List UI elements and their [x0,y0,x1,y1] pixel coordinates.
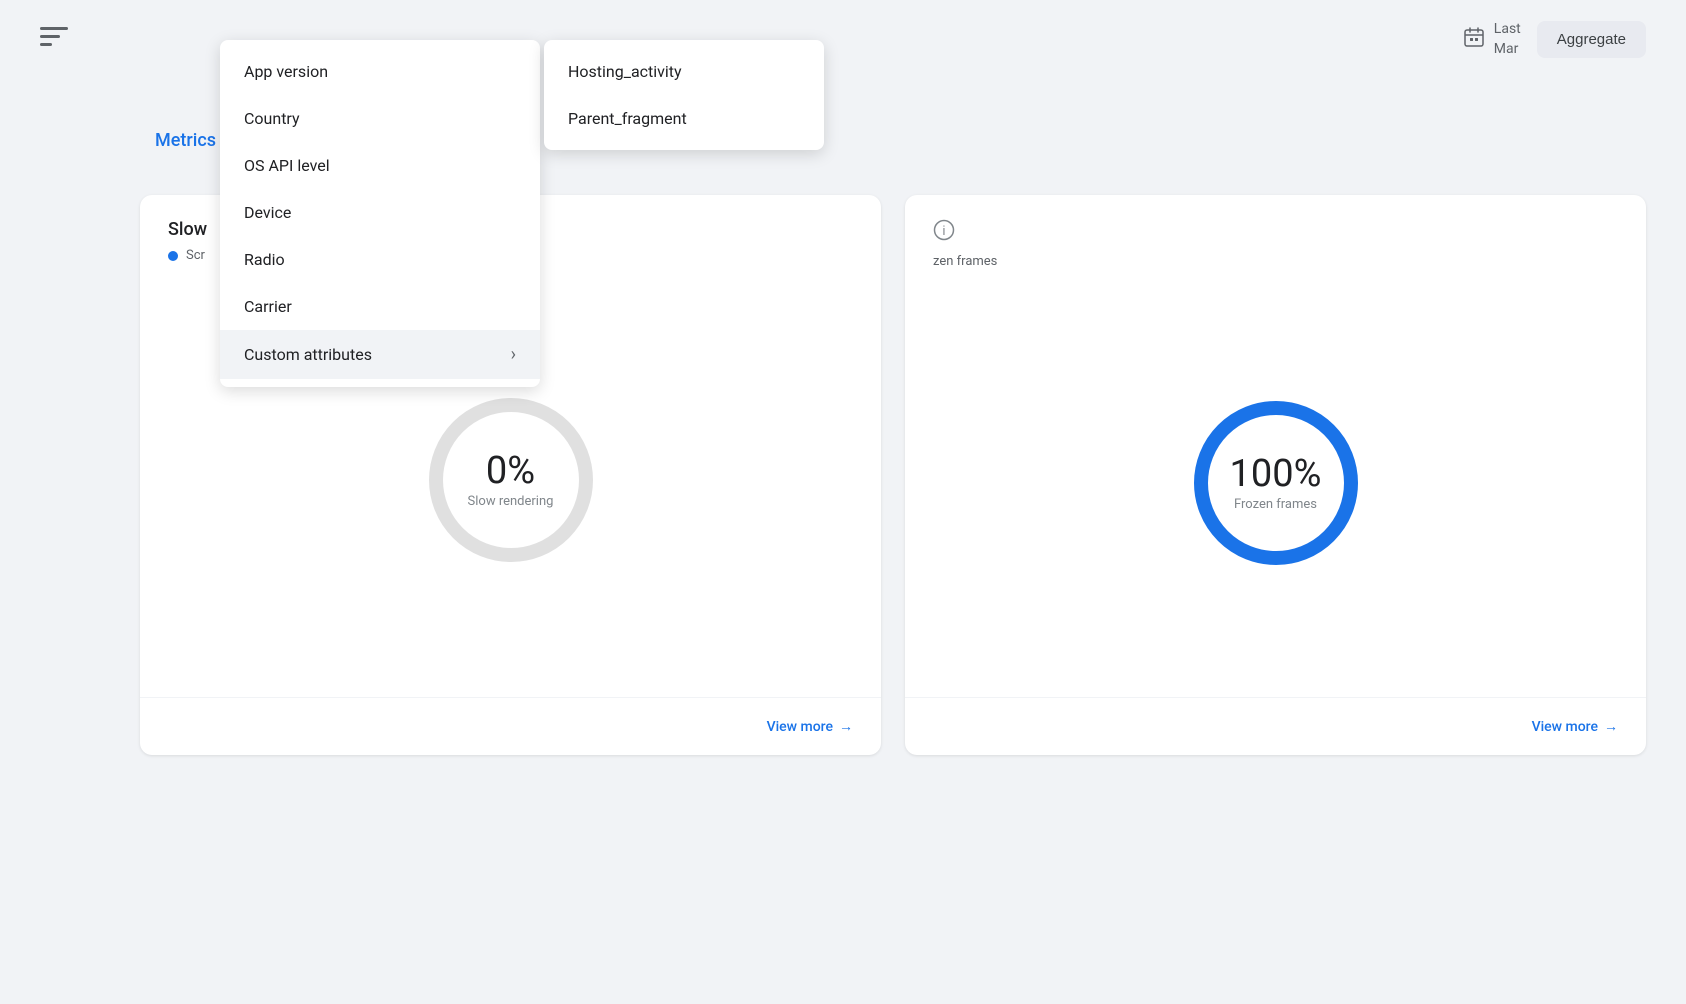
menu-item-radio[interactable]: Radio [220,236,540,283]
menu-item-hosting-activity[interactable]: Hosting_activity [544,48,824,95]
donut-frozen: 100% Frozen frames [1176,383,1376,583]
filter-area [40,27,68,53]
legend-text-slow: Scr [186,248,205,263]
card-header-frozen: i [905,195,1646,246]
aggregate-button[interactable]: Aggregate [1537,21,1646,58]
filter-icon[interactable] [40,27,68,53]
legend-dot-slow [168,251,178,261]
view-more-slow[interactable]: View more → [767,718,853,735]
menu-item-device[interactable]: Device [220,189,540,236]
card-chart-frozen: 100% Frozen frames [905,269,1646,697]
menu-item-carrier[interactable]: Carrier [220,283,540,330]
frozen-frames-card: i zen frames 100% Frozen frames View mor… [905,195,1646,755]
donut-center-slow: 0% Slow rendering [468,452,554,509]
donut-label-frozen: Frozen frames [1230,497,1322,512]
info-icon-frozen: i [933,219,955,246]
donut-percent-frozen: 100% [1230,455,1322,493]
calendar-icon [1462,25,1486,55]
card-footer-frozen: View more → [905,697,1646,755]
date-text: Last Mar [1494,20,1521,59]
view-more-frozen[interactable]: View more → [1532,718,1618,735]
donut-slow: 0% Slow rendering [411,380,611,580]
donut-center-frozen: 100% Frozen frames [1230,455,1322,512]
svg-text:i: i [943,223,946,238]
menu-item-country[interactable]: Country [220,95,540,142]
card-title-slow: Slow [168,219,207,240]
dropdown-wrapper: App version Country OS API level Device … [220,40,824,387]
menu-item-app-version[interactable]: App version [220,48,540,95]
menu-item-os-api-level[interactable]: OS API level [220,142,540,189]
chevron-right-icon: › [511,344,516,365]
menu-item-custom-attributes[interactable]: Custom attributes › [220,330,540,379]
card-legend-frozen: zen frames [905,246,1646,269]
menu-item-parent-fragment[interactable]: Parent_fragment [544,95,824,142]
donut-percent-slow: 0% [468,452,554,490]
card-footer-slow: View more → [140,697,881,755]
metrics-label: Metrics [155,130,216,151]
dropdown-menu-left: App version Country OS API level Device … [220,40,540,387]
legend-text-frozen: zen frames [933,254,997,269]
top-right-area: Last Mar Aggregate [1462,20,1646,59]
calendar-area: Last Mar [1462,20,1521,59]
dropdown-menu-right: Hosting_activity Parent_fragment [544,40,824,150]
donut-label-slow: Slow rendering [468,494,554,509]
